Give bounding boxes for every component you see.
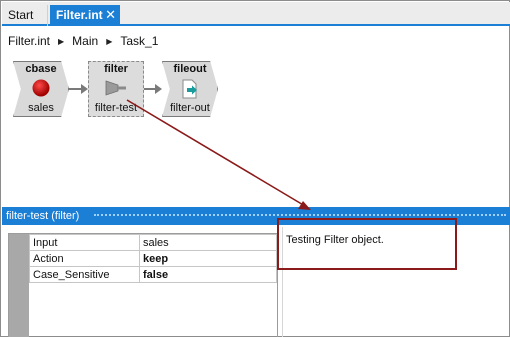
breadcrumb: Filter.int ▶ Main ▶ Task_1 xyxy=(8,33,158,49)
properties-table: Input sales Action keep Case_Sensitive f… xyxy=(29,234,277,283)
window-frame: Start Filter.int ✕ Filter.int ▶ Main ▶ T… xyxy=(0,0,510,337)
funnel-icon xyxy=(105,80,126,96)
tab-filter-int[interactable]: Filter.int ✕ xyxy=(50,5,120,26)
node-cbase[interactable]: cbase sales xyxy=(13,61,69,117)
tab-start[interactable]: Start xyxy=(2,5,48,26)
table-row[interactable]: Case_Sensitive false xyxy=(29,266,277,283)
breadcrumb-item-main[interactable]: Main xyxy=(72,34,98,48)
property-key: Action xyxy=(29,250,140,267)
table-row[interactable]: Input sales xyxy=(29,234,277,251)
property-value[interactable]: false xyxy=(139,266,277,283)
property-value[interactable]: sales xyxy=(139,234,277,251)
property-key: Case_Sensitive xyxy=(29,266,140,283)
node-label: filter-test xyxy=(94,102,138,114)
connector-arrow xyxy=(68,84,88,94)
tab-bar: Start Filter.int ✕ xyxy=(2,2,510,26)
database-icon xyxy=(32,79,50,97)
node-title: cbase xyxy=(25,63,57,75)
tab-start-label: Start xyxy=(8,8,34,22)
workflow-canvas: cbase sales filter filter-test fileout f… xyxy=(2,53,510,205)
node-label: filter-out xyxy=(170,102,210,114)
connector-arrow xyxy=(144,84,162,94)
panel-title: filter-test (filter) xyxy=(6,210,80,222)
chevron-right-icon: ▶ xyxy=(58,36,65,46)
tab-filter-int-label: Filter.int xyxy=(56,8,103,22)
node-title: filter xyxy=(104,63,128,75)
row-header-stripe xyxy=(9,234,29,337)
properties-grid: Input sales Action keep Case_Sensitive f… xyxy=(8,233,278,337)
breadcrumb-item-task[interactable]: Task_1 xyxy=(120,34,158,48)
property-key: Input xyxy=(29,234,140,251)
node-filter[interactable]: filter filter-test xyxy=(88,61,144,117)
node-title: fileout xyxy=(173,63,207,75)
node-label: sales xyxy=(28,102,54,114)
file-export-icon xyxy=(182,79,197,99)
callout-box xyxy=(277,218,457,270)
breadcrumb-item-file[interactable]: Filter.int xyxy=(8,34,50,48)
close-icon[interactable]: ✕ xyxy=(105,5,116,25)
table-row[interactable]: Action keep xyxy=(29,250,277,267)
node-fileout[interactable]: fileout filter-out xyxy=(162,61,218,117)
property-value[interactable]: keep xyxy=(139,250,277,267)
chevron-right-icon: ▶ xyxy=(106,36,113,46)
